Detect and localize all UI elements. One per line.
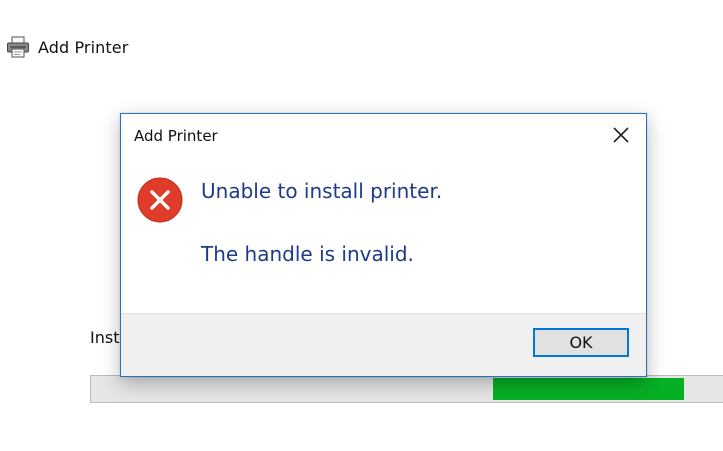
dialog-footer: OK: [121, 313, 646, 376]
install-progress-bar: [90, 375, 723, 403]
wizard-title: Add Printer: [38, 37, 129, 57]
installing-status-label: Inst: [90, 328, 120, 347]
dialog-body: Unable to install printer. The handle is…: [121, 154, 646, 314]
wizard-header: Add Printer: [6, 36, 128, 58]
dialog-titlebar[interactable]: Add Printer: [121, 114, 646, 154]
error-detail: The handle is invalid.: [201, 242, 414, 266]
install-progress-fill: [492, 378, 685, 400]
close-icon: [613, 127, 629, 143]
dialog-title: Add Printer: [134, 127, 218, 145]
close-button[interactable]: [606, 122, 636, 148]
error-icon: [137, 177, 183, 223]
ok-button[interactable]: OK: [533, 328, 629, 357]
printer-icon: [6, 36, 30, 58]
error-message: Unable to install printer.: [201, 179, 443, 203]
error-dialog: Add Printer Unable to install printer. T…: [120, 113, 647, 377]
